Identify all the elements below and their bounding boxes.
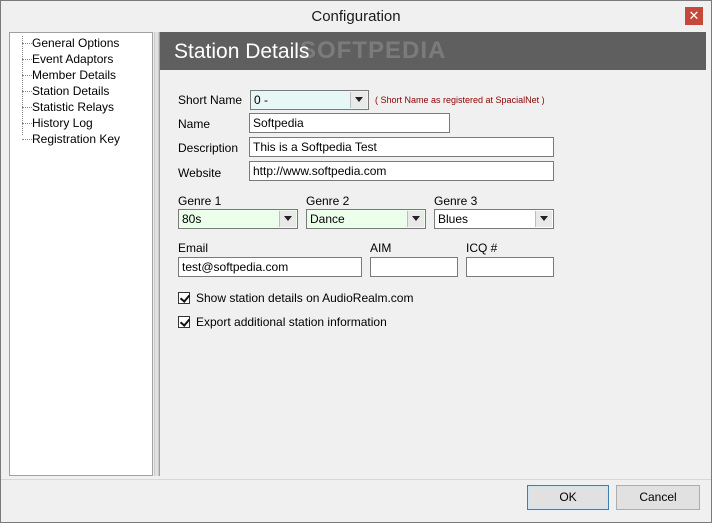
watermark-logo: SOFTPEDIA xyxy=(300,37,447,64)
tree-item-label[interactable]: Event Adaptors xyxy=(32,51,113,67)
genre1-label: Genre 1 xyxy=(178,194,222,208)
tree-connector xyxy=(22,75,32,76)
genre2-label: Genre 2 xyxy=(306,194,350,208)
ok-button[interactable]: OK xyxy=(527,485,609,510)
export-info-checkbox-row[interactable]: Export additional station information xyxy=(178,314,438,330)
tree-connector xyxy=(22,107,32,108)
chevron-down-icon[interactable] xyxy=(407,211,424,227)
genre1-value: 80s xyxy=(182,212,202,226)
genre3-label: Genre 3 xyxy=(434,194,478,208)
tree-guide-line xyxy=(22,36,23,135)
show-details-label[interactable]: Show station details on AudioRealm.com xyxy=(196,291,413,305)
short-name-select[interactable]: 0 - xyxy=(250,90,369,110)
tree-item-label[interactable]: General Options xyxy=(32,35,119,51)
description-field[interactable]: This is a Softpedia Test xyxy=(249,137,554,157)
export-info-checkbox[interactable] xyxy=(178,316,190,328)
tree-connector xyxy=(22,91,32,92)
website-field[interactable]: http://www.softpedia.com xyxy=(249,161,554,181)
chevron-down-icon[interactable] xyxy=(350,92,367,108)
icq-label: ICQ # xyxy=(466,241,498,255)
tree-connector xyxy=(22,123,32,124)
tree-connector xyxy=(22,43,32,44)
genre2-value: Dance xyxy=(310,212,345,226)
short-name-value: 0 - xyxy=(254,93,269,107)
email-field[interactable]: test@softpedia.com xyxy=(178,257,362,277)
chevron-down-icon[interactable] xyxy=(535,211,552,227)
aim-label: AIM xyxy=(370,241,392,255)
website-label: Website xyxy=(178,166,222,180)
tree-item-label[interactable]: Statistic Relays xyxy=(32,99,114,115)
page-title: Station Details xyxy=(174,40,310,63)
description-label: Description xyxy=(178,141,239,155)
window-title: Configuration xyxy=(311,8,401,25)
genre3-value: Blues xyxy=(438,212,469,226)
station-details-panel: SOFTPEDIA Station Details Short Name 0 -… xyxy=(159,32,706,476)
email-label: Email xyxy=(178,241,209,255)
name-label: Name xyxy=(178,117,211,131)
short-name-hint: ( Short Name as registered at SpacialNet… xyxy=(375,95,545,105)
cancel-button[interactable]: Cancel xyxy=(616,485,700,510)
genre1-select[interactable]: 80s xyxy=(178,209,298,229)
tree-item-label[interactable]: Member Details xyxy=(32,67,116,83)
show-details-checkbox-row[interactable]: Show station details on AudioRealm.com xyxy=(178,290,438,306)
name-field[interactable]: Softpedia xyxy=(249,113,450,133)
aim-field[interactable] xyxy=(370,257,458,277)
tree-item-label[interactable]: History Log xyxy=(32,115,93,131)
title-bar[interactable]: Configuration ✕ xyxy=(1,1,711,32)
tree-connector xyxy=(22,59,32,60)
footer-divider xyxy=(1,479,711,480)
tree-item-label[interactable]: Registration Key xyxy=(32,131,120,147)
configuration-window: Configuration ✕ General Options Event Ad… xyxy=(0,0,712,523)
close-icon[interactable]: ✕ xyxy=(685,7,703,25)
icq-field[interactable] xyxy=(466,257,554,277)
show-details-checkbox[interactable] xyxy=(178,292,190,304)
short-name-label: Short Name xyxy=(178,93,243,107)
chevron-down-icon[interactable] xyxy=(279,211,296,227)
settings-tree[interactable]: General Options Event Adaptors Member De… xyxy=(9,32,153,476)
panel-header: SOFTPEDIA Station Details xyxy=(160,32,706,70)
tree-item-label[interactable]: Station Details xyxy=(32,83,109,99)
genre3-select[interactable]: Blues xyxy=(434,209,554,229)
export-info-label[interactable]: Export additional station information xyxy=(196,315,387,329)
tree-connector xyxy=(22,139,32,140)
genre2-select[interactable]: Dance xyxy=(306,209,426,229)
